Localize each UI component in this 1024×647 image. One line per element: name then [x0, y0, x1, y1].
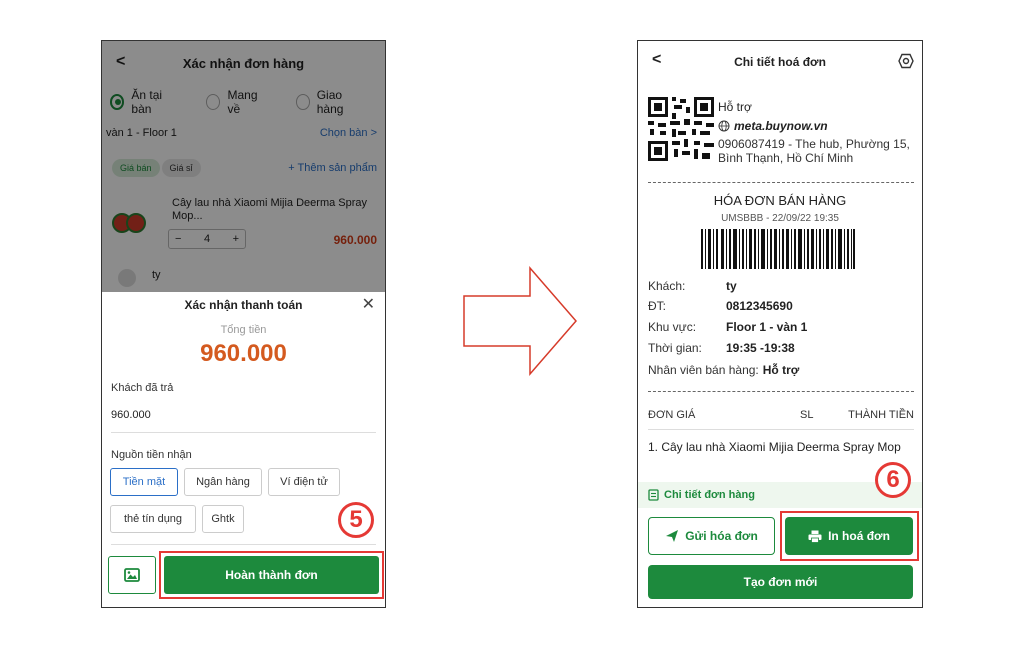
phone-row: ĐT: 0812345690 [648, 299, 793, 313]
document-icon [648, 489, 659, 501]
invoice-item: 1. Cây lau nhà Xiaomi Mijia Deerma Spray… [648, 440, 901, 454]
highlight-box [780, 511, 919, 561]
source-bank[interactable]: Ngân hàng [184, 468, 262, 496]
payment-sheet: Xác nhận thanh toán ✕ Tổng tiền 960.000 … [102, 292, 385, 607]
customer-label: Khách: [648, 279, 686, 293]
time-value: 19:35 -19:38 [726, 341, 795, 355]
header: < Chi tiết hoá đơn [638, 41, 922, 83]
page-title: Chi tiết hoá đơn [734, 55, 826, 69]
divider [648, 429, 914, 430]
customer-row: Khách: ty [648, 279, 737, 293]
time-label: Thời gian: [648, 341, 702, 355]
website-url: meta.buynow.vn [734, 119, 828, 133]
highlight-box [159, 551, 384, 599]
col-unit-price: ĐƠN GIÁ [648, 409, 696, 421]
sheet-title: Xác nhận thanh toán [184, 298, 303, 312]
invoice-code: UMSBBB - 22/09/22 19:35 [721, 213, 839, 224]
step-number-6: 6 [875, 462, 911, 498]
globe-icon [718, 120, 730, 132]
time-row: Thời gian: 19:35 -19:38 [648, 341, 795, 355]
area-value: Floor 1 - vàn 1 [726, 320, 808, 334]
staff-value: Hỗ trợ [762, 363, 800, 377]
divider [648, 391, 914, 392]
new-order-button[interactable]: Tạo đơn mới [648, 565, 913, 599]
step-number-5: 5 [338, 502, 374, 538]
website[interactable]: meta.buynow.vn [718, 119, 828, 133]
support-title: Hỗ trợ [718, 100, 752, 114]
invoice-detail-screen: < Chi tiết hoá đơn Hỗ trợ meta.buynow.vn… [637, 40, 923, 608]
modal-overlay[interactable] [102, 41, 385, 292]
invoice-title: HÓA ĐƠN BÁN HÀNG [713, 193, 847, 208]
source-ewallet[interactable]: Ví điện tử [268, 468, 340, 496]
area-row: Khu vực: Floor 1 - vàn 1 [648, 320, 807, 334]
staff-label: Nhân viên bán hàng: [648, 363, 759, 377]
source-label: Nguồn tiền nhận [111, 449, 192, 461]
qr-code-icon [648, 97, 714, 161]
image-icon [124, 568, 140, 582]
order-detail-label: Chi tiết đơn hàng [664, 489, 755, 501]
send-invoice-button[interactable]: Gửi hóa đơn [648, 517, 775, 555]
arrow-right-icon [463, 266, 577, 376]
total-label: Tổng tiền [220, 324, 267, 336]
source-cash[interactable]: Tiền mặt [110, 468, 178, 496]
divider [111, 432, 376, 433]
back-icon[interactable]: < [652, 51, 661, 69]
phone-value: 0812345690 [726, 299, 793, 313]
send-invoice-label: Gửi hóa đơn [685, 529, 758, 543]
barcode-icon [701, 229, 855, 269]
item-table-header: ĐƠN GIÁ SL THÀNH TIỀN [648, 409, 914, 421]
send-icon [666, 530, 679, 542]
total-value: 960.000 [200, 340, 287, 367]
paid-input[interactable] [111, 409, 371, 421]
phone-label: ĐT: [648, 299, 666, 313]
col-total: THÀNH TIỀN [848, 409, 914, 421]
divider [648, 182, 914, 183]
paid-label: Khách đã trả [111, 382, 174, 394]
col-quantity: SL [800, 409, 814, 421]
customer-value: ty [726, 279, 737, 293]
source-credit-card[interactable]: thẻ tín dụng [110, 505, 196, 533]
source-ghtk[interactable]: Ghtk [202, 505, 244, 533]
store-address: 0906087419 - The hub, Phường 15, Bình Th… [718, 137, 910, 165]
area-label: Khu vực: [648, 320, 697, 334]
attach-image-button[interactable] [108, 556, 156, 594]
close-icon[interactable]: ✕ [362, 294, 375, 314]
staff-row: Nhân viên bán hàng: Hỗ trợ [648, 363, 799, 377]
gear-icon[interactable] [898, 53, 914, 69]
divider [111, 544, 376, 545]
